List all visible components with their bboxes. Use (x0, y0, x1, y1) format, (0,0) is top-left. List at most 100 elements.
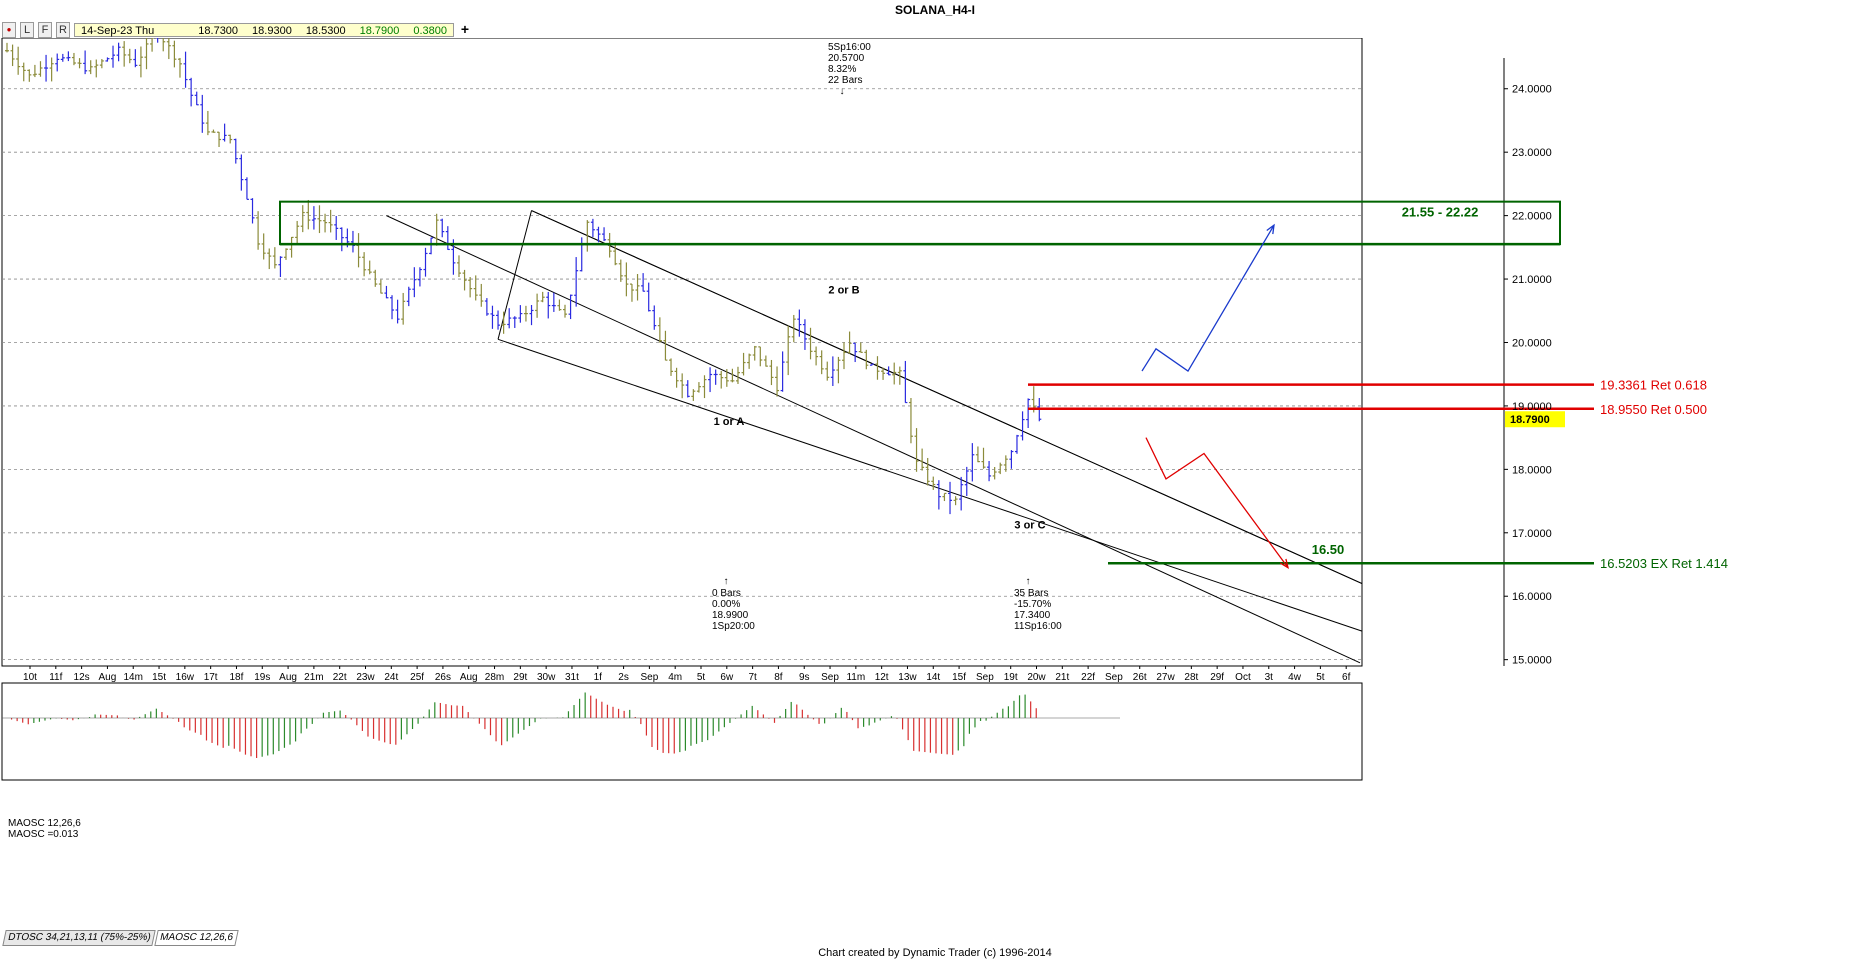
x-tick-label: 29f (1210, 672, 1224, 683)
wave-label-1: 1 or A (714, 416, 745, 428)
price-panel-frame (1, 38, 1363, 667)
x-tick-label: 15f (952, 672, 966, 683)
x-tick-label: 1f (594, 672, 603, 683)
x-tick-label: Aug (99, 672, 117, 683)
level-note: 16.50 (1312, 542, 1345, 557)
annotation-start-line: 18.9900 (712, 610, 749, 621)
indicator-tabs: DTOSC 34,21,13,11 (75%-25%) MAOSC 12,26,… (2, 930, 239, 946)
level-label: 16.5203 EX Ret 1.414 (1600, 556, 1728, 571)
x-tick-label: 5t (1316, 672, 1325, 683)
x-tick-label: 2s (618, 672, 629, 683)
x-tick-label: 21t (1055, 672, 1069, 683)
x-tick-label: 7t (748, 672, 757, 683)
y-tick-label: 17.0000 (1512, 528, 1552, 540)
x-tick-label: 6f (1342, 672, 1351, 683)
x-tick-label: 4w (1288, 672, 1302, 683)
target-zone-label: 21.55 - 22.22 (1402, 205, 1479, 220)
ohlc-change: 0.3800 (413, 25, 447, 37)
y-tick-label: 23.0000 (1512, 147, 1552, 159)
annotation-low-arrow: ↑ (1026, 576, 1031, 587)
ohlc-readout: 14-Sep-23 Thu 12:00 18.7300 18.9300 18.5… (74, 23, 454, 51)
x-tick-label: Aug (460, 672, 478, 683)
y-tick-label: 19.0000 (1512, 401, 1552, 413)
wave-label-3: 3 or C (1014, 520, 1045, 532)
ohlc-close: 18.7900 (359, 25, 400, 37)
x-tick-label: 10t (23, 672, 37, 683)
x-tick-label: 6w (720, 672, 734, 683)
x-tick-label: 22t (333, 672, 347, 683)
y-tick-label: 20.0000 (1512, 337, 1552, 349)
x-tick-label: 15t (152, 672, 166, 683)
tab-dtosc[interactable]: DTOSC 34,21,13,11 (75%-25%) (2, 930, 157, 946)
x-tick-label: Sep (640, 672, 658, 683)
x-tick-label: 12s (74, 672, 90, 683)
annotation-low-line: 11Sp16:00 (1014, 621, 1062, 632)
y-tick-label: 22.0000 (1512, 211, 1552, 223)
annotation-peak-line: 22 Bars (828, 75, 862, 86)
x-tick-label: 11f (49, 672, 62, 683)
x-tick-label: 27w (1156, 672, 1175, 683)
x-tick-label: 24t (384, 672, 398, 683)
x-tick-label: 26t (1133, 672, 1147, 683)
record-icon[interactable]: ● (2, 22, 16, 38)
x-tick-label: 14m (124, 672, 143, 683)
x-tick-label: 5t (697, 672, 706, 683)
current-price-label: 18.7900 (1510, 414, 1550, 426)
x-tick-label: 20w (1027, 672, 1046, 683)
x-tick-label: 14t (926, 672, 940, 683)
x-tick-label: 19t (1004, 672, 1018, 683)
x-tick-label: 4m (668, 672, 682, 683)
ohlc-open: 18.7300 (198, 25, 239, 37)
level-label: 18.9550 Ret 0.500 (1600, 402, 1707, 417)
wave-label-2: 2 or B (828, 284, 859, 296)
x-tick-label: 22f (1081, 672, 1095, 683)
ohlc-low: 18.5300 (305, 25, 346, 37)
x-tick-label: 18f (230, 672, 244, 683)
x-tick-label: 3t (1265, 672, 1274, 683)
ohlc-high: 18.9300 (252, 25, 292, 37)
footer-credit: Chart created by Dynamic Trader (c) 1996… (818, 947, 1052, 959)
tab-maosc[interactable]: MAOSC 12,26,6 (154, 930, 239, 946)
toolbar-button-r[interactable]: R (56, 22, 70, 38)
x-tick-label: 29t (513, 672, 527, 683)
x-tick-label: 30w (537, 672, 556, 683)
x-tick-label: 23w (356, 672, 375, 683)
toolbar-button-f[interactable]: F (38, 22, 52, 38)
x-tick-label: 17t (204, 672, 218, 683)
x-tick-label: 19s (254, 672, 270, 683)
annotation-start-arrow: ↑ (724, 576, 729, 587)
annotation-peak-line: 8.32% (828, 64, 856, 75)
ohlc-datetime: 14-Sep-23 Thu 12:00 (81, 25, 155, 51)
x-tick-label: 28m (485, 672, 504, 683)
chart-title: SOLANA_H4-I (894, 3, 975, 17)
x-tick-label: 25f (410, 672, 424, 683)
x-tick-label: 9s (799, 672, 810, 683)
y-tick-label: 18.0000 (1512, 464, 1552, 476)
annotation-start-line: 0 Bars (712, 588, 741, 599)
oscillator-name: MAOSC 12,26,6 (8, 818, 81, 829)
x-tick-label: 12t (875, 672, 889, 683)
x-tick-label: 21m (304, 672, 323, 683)
x-tick-label: Sep (976, 672, 994, 683)
x-tick-label: Oct (1235, 672, 1251, 683)
annotation-start-line: 1Sp20:00 (712, 621, 755, 632)
toolbar: ● L F R 14-Sep-23 Thu 12:00 18.7300 18.9… (2, 22, 472, 51)
x-tick-label: Sep (1105, 672, 1123, 683)
annotation-low-line: 17.3400 (1014, 610, 1051, 621)
x-tick-label: Aug (279, 672, 297, 683)
price-chart[interactable]: 21.55 - 22.22 19.3361 Ret 0.618 18.9550 Re… (0, 38, 1870, 928)
x-tick-label: 13w (898, 672, 917, 683)
x-tick-label: 11m (846, 672, 865, 683)
x-tick-label: 8f (774, 672, 783, 683)
x-tick-label: 31t (565, 672, 579, 683)
y-tick-label: 21.0000 (1512, 274, 1552, 286)
y-tick-label: 24.0000 (1512, 84, 1552, 96)
add-icon[interactable]: + (458, 22, 472, 37)
annotation-peak-line: 20.5700 (828, 53, 865, 64)
x-tick-label: 16w (176, 672, 195, 683)
annotation-peak-arrow: ↓ (840, 86, 845, 97)
x-tick-label: 28t (1184, 672, 1198, 683)
y-tick-label: 16.0000 (1512, 591, 1552, 603)
toolbar-button-l[interactable]: L (20, 22, 34, 38)
annotation-start-line: 0.00% (712, 599, 740, 610)
